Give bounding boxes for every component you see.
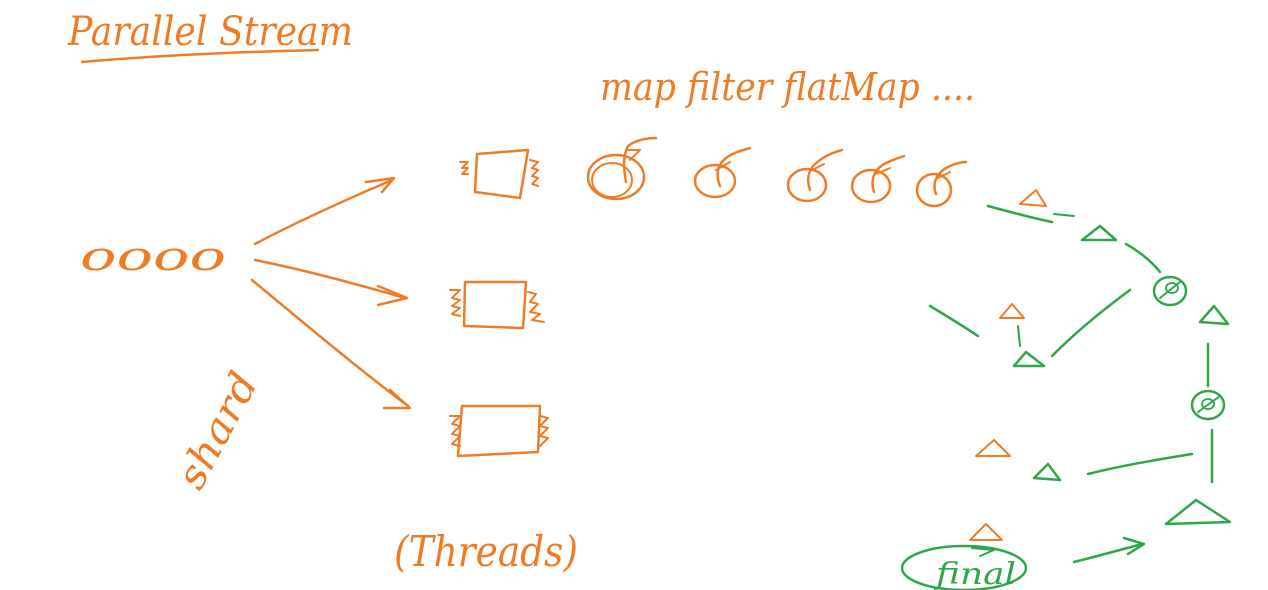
tree-link-3 [1124, 242, 1162, 274]
tree-link-1 [986, 204, 1054, 224]
tree-link-6 [1050, 288, 1132, 358]
tree-link-8 [1086, 452, 1194, 476]
triangle-node-2 [1080, 224, 1118, 242]
final-result-node: final [900, 544, 1028, 590]
triangle-node-9 [969, 523, 1003, 541]
triangle-node-6 [975, 439, 1011, 457]
shard-label: shard [168, 365, 267, 497]
triangle-node-3 [999, 303, 1025, 319]
element-circle-4 [850, 154, 906, 204]
tree-link-4 [928, 304, 980, 338]
reduction-tree: final [900, 189, 1232, 590]
thread-box-3 [449, 404, 549, 458]
triangle-node-4 [1012, 350, 1046, 368]
triangle-node-7 [1032, 462, 1062, 482]
whiteboard-canvas: Parallel Stream map filter flatMap .... … [67, 9, 1232, 590]
element-circle-3 [786, 148, 844, 203]
operations-label: map filter flatMap .... [600, 65, 975, 109]
title-text: Parallel Stream [67, 9, 353, 55]
final-label: final [934, 557, 1016, 590]
processed-elements [586, 136, 968, 208]
threads-label: (Threads) [394, 527, 578, 576]
arrow-to-thread-3 [250, 278, 412, 410]
element-circle-1 [586, 136, 658, 201]
fan-out-arrows [250, 176, 412, 410]
element-circle-5 [915, 160, 968, 208]
arrow-to-thread-2 [253, 258, 409, 307]
source-elements-label: oooo [80, 234, 226, 280]
arrow-to-final [1072, 536, 1146, 564]
triangle-node-8 [1164, 498, 1232, 526]
combine-node-1 [1152, 275, 1188, 307]
triangle-node-5 [1198, 304, 1230, 326]
triangle-node-1 [1019, 189, 1047, 207]
tree-link-5 [1017, 325, 1021, 347]
title-group: Parallel Stream [67, 9, 353, 64]
tree-link-2 [1053, 213, 1075, 217]
arrow-to-thread-1 [253, 176, 396, 246]
element-circle-2 [693, 146, 752, 199]
thread-box-1 [459, 148, 539, 200]
thread-box-2 [449, 280, 545, 330]
combine-node-2 [1190, 389, 1226, 421]
